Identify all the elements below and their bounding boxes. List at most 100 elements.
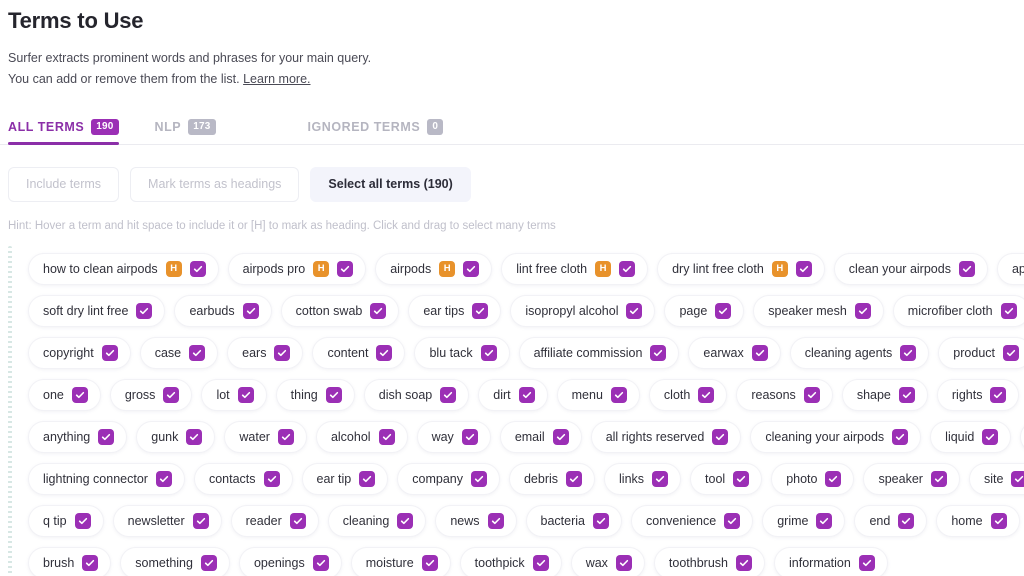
- term-chip[interactable]: apple: [996, 252, 1024, 285]
- check-icon[interactable]: [463, 260, 480, 277]
- term-chip[interactable]: q tip: [28, 504, 104, 537]
- check-icon[interactable]: [192, 512, 209, 529]
- term-chip[interactable]: cloth: [648, 378, 728, 411]
- check-icon[interactable]: [370, 302, 387, 319]
- term-chip[interactable]: cotton swab: [280, 294, 400, 327]
- term-chip[interactable]: speaker mesh: [753, 294, 884, 327]
- check-icon[interactable]: [652, 470, 669, 487]
- check-icon[interactable]: [724, 512, 741, 529]
- term-chip[interactable]: case: [139, 336, 219, 369]
- term-chip[interactable]: company: [397, 462, 500, 495]
- check-icon[interactable]: [263, 470, 280, 487]
- check-icon[interactable]: [98, 428, 115, 445]
- term-chip[interactable]: way: [416, 420, 491, 453]
- check-icon[interactable]: [74, 512, 91, 529]
- term-chip[interactable]: how to clean airpods H: [28, 252, 219, 285]
- terms-scrollbar[interactable]: [8, 245, 12, 576]
- term-chip[interactable]: tool: [690, 462, 763, 495]
- term-chip[interactable]: dry lint free cloth H: [657, 252, 825, 285]
- check-icon[interactable]: [795, 260, 812, 277]
- term-chip[interactable]: dirt: [478, 378, 548, 411]
- term-chip[interactable]: ears: [227, 336, 304, 369]
- term-chip[interactable]: earbuds: [174, 294, 272, 327]
- term-chip[interactable]: page: [664, 294, 745, 327]
- term-chip[interactable]: liquid: [930, 420, 1012, 453]
- check-icon[interactable]: [461, 428, 478, 445]
- learn-more-link[interactable]: Learn more.: [243, 72, 310, 86]
- term-chip[interactable]: openings: [238, 546, 342, 576]
- check-icon[interactable]: [990, 512, 1007, 529]
- term-chip[interactable]: content: [312, 336, 406, 369]
- term-chip[interactable]: anything: [28, 420, 128, 453]
- check-icon[interactable]: [736, 554, 752, 571]
- term-chip[interactable]: isopropyl alcohol: [510, 294, 656, 327]
- check-icon[interactable]: [378, 428, 395, 445]
- h-badge-icon[interactable]: H: [771, 260, 788, 277]
- check-icon[interactable]: [337, 260, 354, 277]
- check-icon[interactable]: [858, 554, 875, 571]
- term-chip[interactable]: something: [120, 546, 230, 576]
- check-icon[interactable]: [816, 512, 833, 529]
- check-icon[interactable]: [930, 470, 947, 487]
- include-terms-button[interactable]: Include terms: [8, 166, 120, 202]
- check-icon[interactable]: [518, 386, 535, 403]
- term-chip[interactable]: debris: [508, 462, 596, 495]
- check-icon[interactable]: [200, 554, 217, 571]
- check-icon[interactable]: [615, 554, 632, 571]
- term-chip[interactable]: affiliate commission: [518, 336, 680, 369]
- check-icon[interactable]: [376, 344, 393, 361]
- term-chip[interactable]: newsletter: [112, 504, 222, 537]
- term-chip[interactable]: ear tips: [408, 294, 502, 327]
- check-icon[interactable]: [397, 512, 414, 529]
- term-chip[interactable]: menu: [556, 378, 640, 411]
- term-chip[interactable]: convenience: [631, 504, 754, 537]
- h-badge-icon[interactable]: H: [439, 260, 456, 277]
- term-chip[interactable]: news: [435, 504, 517, 537]
- check-icon[interactable]: [82, 554, 99, 571]
- check-icon[interactable]: [990, 386, 1007, 403]
- term-chip[interactable]: one: [28, 378, 101, 411]
- check-icon[interactable]: [421, 554, 438, 571]
- h-badge-icon[interactable]: H: [313, 260, 330, 277]
- term-chip[interactable]: tools: [1020, 420, 1024, 453]
- check-icon[interactable]: [552, 428, 569, 445]
- check-icon[interactable]: [650, 344, 667, 361]
- check-icon[interactable]: [803, 386, 820, 403]
- check-icon[interactable]: [733, 470, 750, 487]
- check-icon[interactable]: [325, 386, 342, 403]
- h-badge-icon[interactable]: H: [595, 260, 612, 277]
- term-chip[interactable]: copyright: [28, 336, 131, 369]
- term-chip[interactable]: earwax: [688, 336, 781, 369]
- term-chip[interactable]: cleaning your airpods: [750, 420, 922, 453]
- term-chip[interactable]: bacteria: [525, 504, 623, 537]
- check-icon[interactable]: [480, 344, 497, 361]
- term-chip[interactable]: lint free cloth H: [501, 252, 649, 285]
- term-chip[interactable]: brush: [28, 546, 112, 576]
- term-chip[interactable]: airpods H: [375, 252, 493, 285]
- check-icon[interactable]: [101, 344, 118, 361]
- term-chip[interactable]: toothbrush: [653, 546, 765, 576]
- check-icon[interactable]: [958, 260, 975, 277]
- check-icon[interactable]: [898, 512, 915, 529]
- term-chip[interactable]: reader: [230, 504, 319, 537]
- term-chip[interactable]: lightning connector: [28, 462, 185, 495]
- check-icon[interactable]: [825, 470, 842, 487]
- term-chip[interactable]: dish soap: [363, 378, 470, 411]
- check-icon[interactable]: [470, 470, 487, 487]
- check-icon[interactable]: [532, 554, 549, 571]
- term-chip[interactable]: airpods pro H: [227, 252, 367, 285]
- term-chip[interactable]: all rights reserved: [590, 420, 742, 453]
- term-chip[interactable]: gunk: [136, 420, 216, 453]
- term-chip[interactable]: home: [936, 504, 1020, 537]
- term-chip[interactable]: thing: [275, 378, 355, 411]
- term-chip[interactable]: wax: [570, 546, 645, 576]
- check-icon[interactable]: [854, 302, 871, 319]
- term-chip[interactable]: microfiber cloth: [892, 294, 1024, 327]
- term-chip[interactable]: speaker: [863, 462, 960, 495]
- term-chip[interactable]: shape: [841, 378, 928, 411]
- check-icon[interactable]: [189, 260, 206, 277]
- term-chip[interactable]: rights: [936, 378, 1020, 411]
- check-icon[interactable]: [626, 302, 643, 319]
- check-icon[interactable]: [751, 344, 768, 361]
- check-icon[interactable]: [593, 512, 610, 529]
